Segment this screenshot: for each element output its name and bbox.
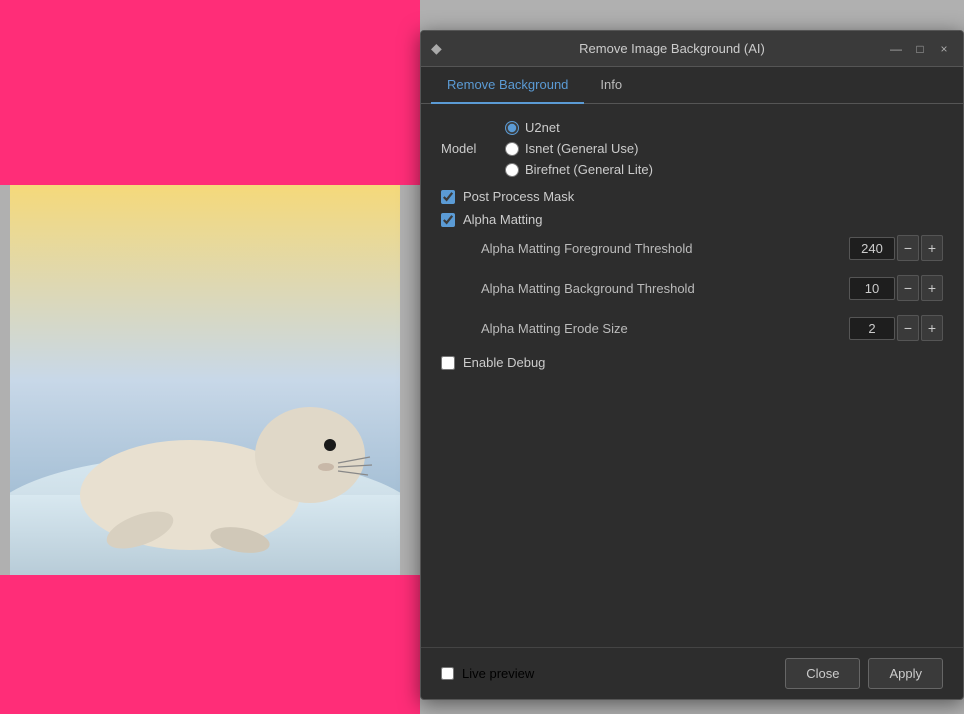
- erode-size-control: − +: [849, 315, 943, 341]
- model-isnet[interactable]: Isnet (General Use): [505, 141, 653, 156]
- foreground-threshold-input[interactable]: [849, 237, 895, 260]
- model-u2net[interactable]: U2net: [505, 120, 653, 135]
- close-window-button[interactable]: ×: [935, 40, 953, 58]
- erode-size-label: Alpha Matting Erode Size: [481, 321, 849, 336]
- enable-debug-checkbox[interactable]: [441, 356, 455, 370]
- model-isnet-radio[interactable]: [505, 142, 519, 156]
- canvas-top-bg: [0, 0, 420, 185]
- model-birefnet[interactable]: Birefnet (General Lite): [505, 162, 653, 177]
- background-threshold-row: Alpha Matting Background Threshold − +: [441, 275, 943, 301]
- post-process-mask-checkbox[interactable]: [441, 190, 455, 204]
- model-u2net-radio[interactable]: [505, 121, 519, 135]
- foreground-threshold-control: − +: [849, 235, 943, 261]
- footer-buttons: Close Apply: [785, 658, 943, 689]
- foreground-threshold-increment[interactable]: +: [921, 235, 943, 261]
- foreground-threshold-label: Alpha Matting Foreground Threshold: [481, 241, 849, 256]
- enable-debug-row[interactable]: Enable Debug: [441, 355, 943, 370]
- model-birefnet-label: Birefnet (General Lite): [525, 162, 653, 177]
- background-threshold-control: − +: [849, 275, 943, 301]
- window-controls: — □ ×: [887, 40, 953, 58]
- erode-size-increment[interactable]: +: [921, 315, 943, 341]
- maximize-button[interactable]: □: [911, 40, 929, 58]
- dialog-footer: Live preview Close Apply: [421, 647, 963, 699]
- foreground-threshold-decrement[interactable]: −: [897, 235, 919, 261]
- apply-button[interactable]: Apply: [868, 658, 943, 689]
- model-birefnet-radio[interactable]: [505, 163, 519, 177]
- tab-bar: Remove Background Info: [421, 67, 963, 104]
- model-u2net-label: U2net: [525, 120, 560, 135]
- dialog: ◆ Remove Image Background (AI) — □ × Rem…: [420, 30, 964, 700]
- model-label: Model: [441, 141, 501, 156]
- background-threshold-decrement[interactable]: −: [897, 275, 919, 301]
- background-threshold-input[interactable]: [849, 277, 895, 300]
- erode-size-row: Alpha Matting Erode Size − +: [441, 315, 943, 341]
- model-section: Model U2net Isnet (General Use) Birefnet…: [441, 120, 943, 177]
- tab-remove-background[interactable]: Remove Background: [431, 67, 584, 104]
- enable-debug-label: Enable Debug: [463, 355, 545, 370]
- alpha-matting-checkbox[interactable]: [441, 213, 455, 227]
- post-process-mask-row[interactable]: Post Process Mask: [441, 189, 943, 204]
- post-process-mask-label: Post Process Mask: [463, 189, 574, 204]
- live-preview-label: Live preview: [462, 666, 534, 681]
- live-preview-row[interactable]: Live preview: [441, 666, 785, 681]
- title-bar: ◆ Remove Image Background (AI) — □ ×: [421, 31, 963, 67]
- erode-size-decrement[interactable]: −: [897, 315, 919, 341]
- model-row: Model U2net Isnet (General Use) Birefnet…: [441, 120, 943, 177]
- background-threshold-increment[interactable]: +: [921, 275, 943, 301]
- minimize-button[interactable]: —: [887, 40, 905, 58]
- dialog-title: Remove Image Background (AI): [457, 41, 887, 56]
- canvas-image: [10, 185, 400, 575]
- dialog-content: Model U2net Isnet (General Use) Birefnet…: [421, 104, 963, 647]
- alpha-matting-label: Alpha Matting: [463, 212, 543, 227]
- erode-size-input[interactable]: [849, 317, 895, 340]
- app-icon: ◆: [431, 40, 449, 58]
- model-radio-group: U2net Isnet (General Use) Birefnet (Gene…: [505, 120, 653, 177]
- live-preview-checkbox[interactable]: [441, 667, 454, 680]
- canvas-area: [0, 0, 420, 714]
- alpha-matting-row[interactable]: Alpha Matting: [441, 212, 943, 227]
- canvas-bottom-bg: [0, 575, 420, 714]
- tab-info[interactable]: Info: [584, 67, 638, 104]
- foreground-threshold-row: Alpha Matting Foreground Threshold − +: [441, 235, 943, 261]
- model-isnet-label: Isnet (General Use): [525, 141, 638, 156]
- close-button[interactable]: Close: [785, 658, 860, 689]
- background-threshold-label: Alpha Matting Background Threshold: [481, 281, 849, 296]
